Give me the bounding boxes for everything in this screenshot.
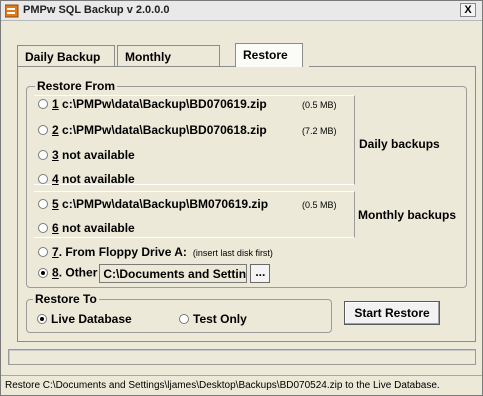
restore-option-8[interactable]: 8. OtherC:\Documents and Settings\ljam..… — [38, 264, 271, 283]
floppy-note: (insert last disk first) — [192, 248, 273, 258]
progress-bar — [8, 349, 476, 365]
start-restore-button[interactable]: Start Restore — [344, 301, 440, 325]
status-bar: Restore C:\Documents and Settings\ljames… — [1, 375, 482, 395]
tab-restore[interactable]: Restore — [235, 43, 303, 67]
radio-button[interactable] — [38, 174, 48, 184]
live-database-option[interactable]: Live Database — [37, 312, 132, 326]
restore-option-4[interactable]: 4 not available — [38, 172, 135, 186]
test-only-option[interactable]: Test Only — [179, 312, 247, 326]
restore-to-legend: Restore To — [33, 292, 99, 306]
browse-button[interactable]: ... — [250, 264, 271, 283]
radio-button[interactable] — [38, 125, 48, 135]
radio-button[interactable] — [38, 223, 48, 233]
restore-option-2[interactable]: 2 c:\PMPw\data\Backup\BD070618.zip — [38, 123, 267, 137]
radio-button[interactable] — [38, 199, 48, 209]
restore-from-legend: Restore From — [35, 79, 118, 93]
backup-size: (0.5 MB) — [302, 100, 337, 110]
backup-size: (7.2 MB) — [302, 126, 337, 136]
radio-button[interactable] — [38, 247, 48, 257]
radio-button[interactable] — [38, 267, 48, 278]
app-window: PMPw SQL Backup v 2.0.0.0 X Daily Backup… — [0, 0, 483, 396]
close-icon: X — [464, 4, 472, 16]
tab-daily-backup[interactable]: Daily Backup — [17, 45, 115, 67]
close-button[interactable]: X — [460, 3, 476, 17]
backup-size: (0.5 MB) — [302, 200, 337, 210]
daily-backups-label: Daily backups — [359, 137, 440, 151]
tab-label: Restore — [243, 48, 288, 62]
title-bar: PMPw SQL Backup v 2.0.0.0 X — [1, 1, 482, 21]
window-title: PMPw SQL Backup v 2.0.0.0 — [23, 4, 170, 16]
database-icon — [5, 4, 19, 18]
restore-option-7[interactable]: 7. From Floppy Drive A: (insert last disk… — [38, 245, 273, 259]
tab-label: Daily Backup — [25, 50, 101, 64]
radio-button[interactable] — [38, 150, 48, 160]
restore-option-6[interactable]: 6 not available — [38, 221, 135, 235]
status-text: Restore C:\Documents and Settings\ljames… — [5, 380, 440, 391]
radio-button[interactable] — [37, 314, 47, 324]
restore-option-1[interactable]: 1 c:\PMPw\data\Backup\BD070619.zip — [38, 97, 267, 111]
tab-monthly-backup[interactable]: Monthly Backup — [117, 45, 220, 78]
radio-button[interactable] — [179, 314, 189, 324]
restore-option-5[interactable]: 5 c:\PMPw\data\Backup\BM070619.zip — [38, 197, 268, 211]
other-path-input[interactable]: C:\Documents and Settings\ljam — [99, 264, 248, 283]
restore-option-3[interactable]: 3 not available — [38, 148, 135, 162]
radio-button[interactable] — [38, 99, 48, 109]
monthly-backups-label: Monthly backups — [358, 208, 457, 222]
